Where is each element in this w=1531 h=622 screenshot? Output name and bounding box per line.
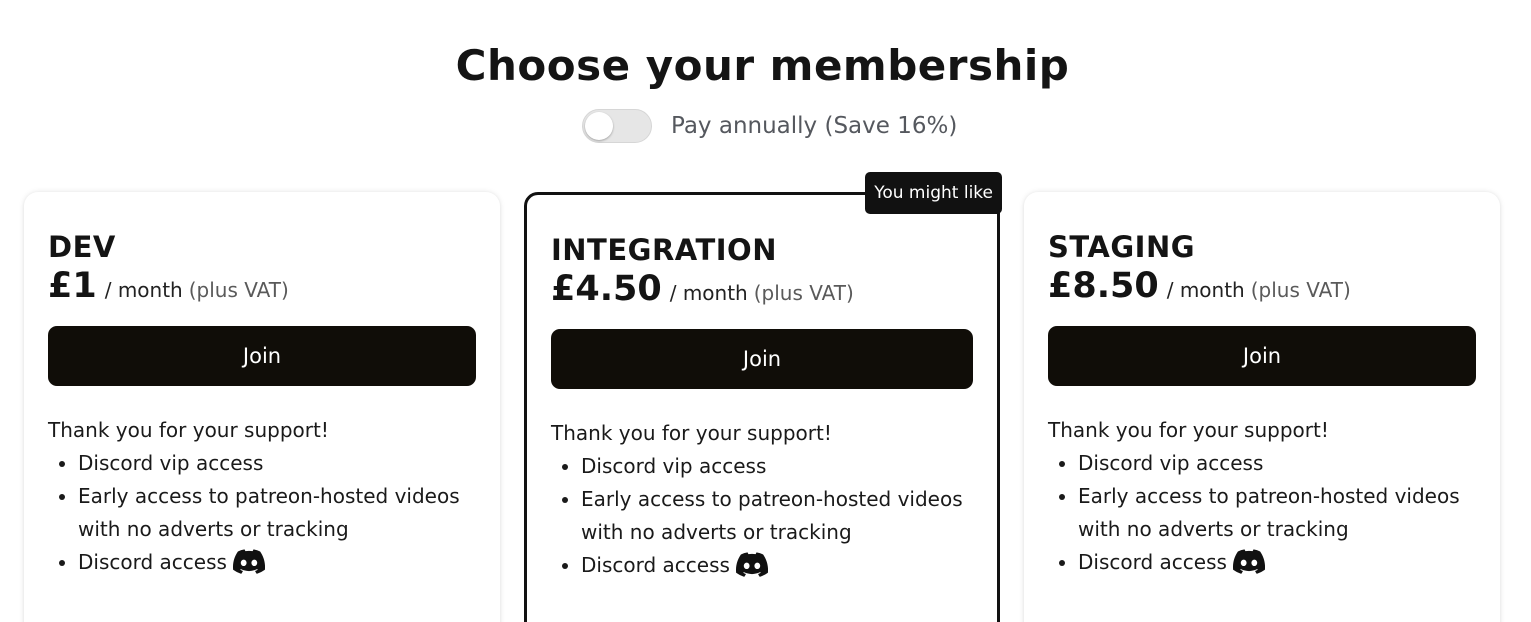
billing-toggle-row: Pay annually (Save 16%) [582,108,957,144]
price-period: / month [669,281,748,305]
tier-name: STAGING [1048,230,1196,264]
recommended-badge: You might like [865,172,1002,214]
tier-name: DEV [48,230,116,264]
tier-intro: Thank you for your support! [551,421,832,445]
perk-item: Discord access [1078,546,1476,579]
perk-item: Early access to patreon-hosted videos wi… [78,480,476,546]
join-button-dev[interactable]: Join [48,326,476,386]
perk-item: Discord vip access [78,447,476,480]
tier-card-integration: You might like INTEGRATION £4.50 / month… [524,172,1002,622]
tier-card-staging: STAGING £8.50 / month (plus VAT) Join Th… [1024,192,1500,622]
perk-list: Discord vip access Early access to patre… [551,450,973,582]
vat-note: (plus VAT) [1250,278,1351,302]
join-button-integration[interactable]: Join [551,329,973,389]
pay-annually-label: Pay annually (Save 16%) [671,113,958,139]
perk-item: Early access to patreon-hosted videos wi… [581,483,973,549]
tier-intro: Thank you for your support! [1048,418,1329,442]
price-line: £1 / month (plus VAT) [48,266,476,306]
perk-item: Discord vip access [1078,447,1476,480]
vat-note: (plus VAT) [188,278,289,302]
tier-price: £4.50 [551,269,662,309]
membership-page: Choose your membership Pay annually (Sav… [0,0,1531,622]
perk-item: Discord access [78,546,476,579]
tier-price: £1 [48,266,97,306]
pay-annually-toggle[interactable] [582,109,652,143]
discord-icon [1232,549,1265,574]
join-button-staging[interactable]: Join [1048,326,1476,386]
perk-list: Discord vip access Early access to patre… [48,447,476,579]
perk-item: Discord vip access [581,450,973,483]
discord-icon [735,552,768,577]
price-period: / month [104,278,183,302]
perk-item: Discord access [581,549,973,582]
tier-intro: Thank you for your support! [48,418,329,442]
perk-list: Discord vip access Early access to patre… [1048,447,1476,579]
tier-name: INTEGRATION [551,233,777,267]
page-title: Choose your membership [455,41,1070,90]
toggle-knob [585,112,613,140]
price-line: £8.50 / month (plus VAT) [1048,266,1476,306]
vat-note: (plus VAT) [753,281,854,305]
perk-item: Early access to patreon-hosted videos wi… [1078,480,1476,546]
tier-price: £8.50 [1048,266,1159,306]
tier-card-dev: DEV £1 / month (plus VAT) Join Thank you… [24,192,500,622]
price-period: / month [1166,278,1245,302]
discord-icon [232,549,265,574]
price-line: £4.50 / month (plus VAT) [551,269,973,309]
